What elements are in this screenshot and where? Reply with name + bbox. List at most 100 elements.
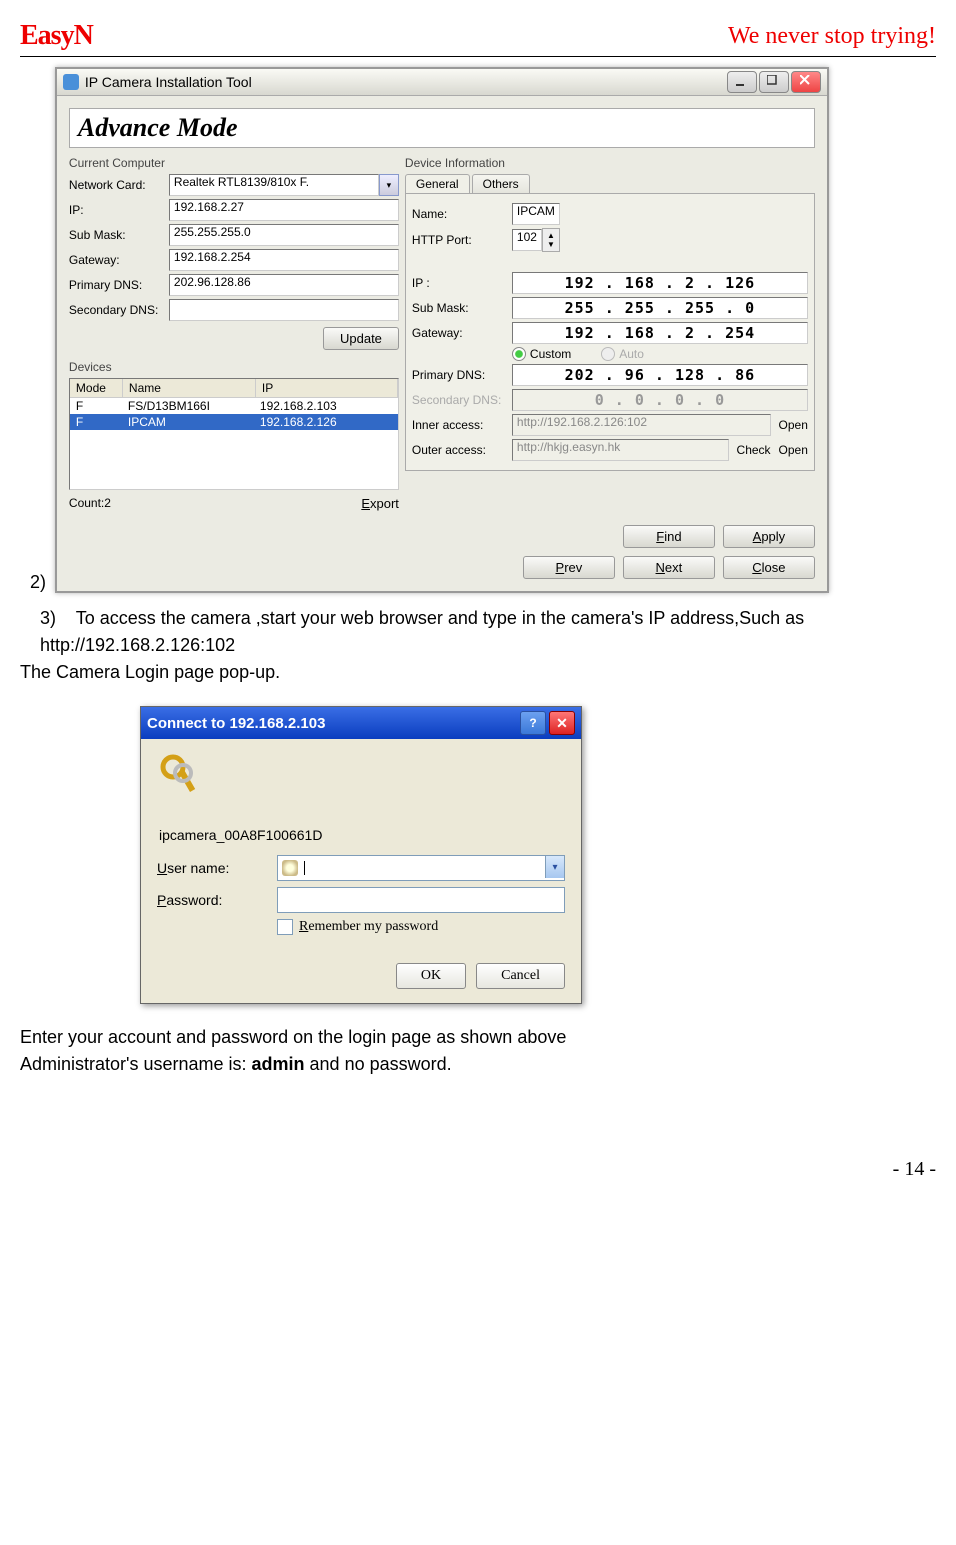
login-title: Connect to 192.168.2.103: [147, 715, 518, 732]
radio-checked-icon: [512, 347, 526, 361]
spinner-icon[interactable]: ▲▼: [542, 228, 560, 252]
device-row[interactable]: F FS/D13BM166I 192.168.2.103: [70, 398, 398, 414]
dev-ip: 192.168.2.103: [254, 398, 398, 414]
cc-mask-label: Sub Mask:: [69, 228, 169, 242]
realm-text: ipcamera_00A8F100661D: [159, 827, 565, 843]
current-computer-label: Current Computer: [69, 156, 399, 170]
cc-gw-input[interactable]: 192.168.2.254: [169, 249, 399, 271]
cursor-icon: [304, 861, 305, 875]
outer-open-link[interactable]: Open: [779, 443, 808, 457]
device-row[interactable]: F IPCAM 192.168.2.126: [70, 414, 398, 430]
prev-button[interactable]: Prev: [523, 556, 615, 579]
password-input[interactable]: [277, 887, 565, 913]
update-button[interactable]: Update: [323, 327, 399, 350]
step-3-num: 3): [40, 608, 56, 628]
footer-line2: Administrator's username is: admin and n…: [20, 1051, 936, 1078]
step-2-row: 2) IP Camera Installation Tool Advance M…: [30, 67, 936, 593]
mode-title: Advance Mode: [69, 108, 815, 148]
cc-ip-label: IP:: [69, 203, 169, 217]
next-button[interactable]: Next: [623, 556, 715, 579]
chevron-down-icon[interactable]: ▾: [379, 174, 399, 196]
username-input[interactable]: ▾: [277, 855, 565, 881]
di-gw-label: Gateway:: [412, 326, 512, 340]
col-name: Name: [123, 379, 256, 397]
outer-label: Outer access:: [412, 443, 512, 457]
di-port-input[interactable]: 102: [512, 229, 542, 251]
apply-button[interactable]: Apply: [723, 525, 815, 548]
inner-url: http://192.168.2.126:102: [512, 414, 771, 436]
inner-label: Inner access:: [412, 418, 512, 432]
chevron-down-icon[interactable]: ▾: [545, 856, 564, 878]
login-titlebar: Connect to 192.168.2.103 ? ✕: [141, 707, 581, 739]
keys-icon: [157, 751, 207, 801]
di-mask-input[interactable]: 255 . 255 . 255 . 0: [512, 297, 808, 319]
cc-gw-label: Gateway:: [69, 253, 169, 267]
di-gw-input[interactable]: 192 . 168 . 2 . 254: [512, 322, 808, 344]
cc-pdns-input[interactable]: 202.96.128.86: [169, 274, 399, 296]
col-ip: IP: [256, 379, 398, 397]
footer-line1: Enter your account and password on the l…: [20, 1024, 936, 1051]
user-icon: [282, 860, 298, 876]
export-link[interactable]: Export: [361, 496, 399, 511]
di-pdns-label: Primary DNS:: [412, 368, 512, 382]
cc-pdns-label: Primary DNS:: [69, 278, 169, 292]
outer-url: http://hkjg.easyn.hk: [512, 439, 729, 461]
di-mask-label: Sub Mask:: [412, 301, 512, 315]
close-button[interactable]: Close: [723, 556, 815, 579]
install-titlebar: IP Camera Installation Tool: [57, 69, 827, 96]
help-icon[interactable]: ?: [520, 711, 546, 735]
login-popup-text: The Camera Login page pop-up.: [20, 659, 936, 686]
slogan: We never stop trying!: [728, 23, 936, 50]
login-body: ipcamera_00A8F100661D User name: ▾ Passw…: [141, 739, 581, 1003]
remember-checkbox[interactable]: [277, 919, 293, 935]
cc-ip-input[interactable]: 192.168.2.27: [169, 199, 399, 221]
col-mode: Mode: [70, 379, 123, 397]
di-pdns-input[interactable]: 202 . 96 . 128 . 86: [512, 364, 808, 386]
minimize-button[interactable]: [727, 71, 757, 93]
app-icon: [63, 74, 79, 90]
find-button[interactable]: Find: [623, 525, 715, 548]
count-label: Count:2: [69, 496, 169, 511]
netcard-label: Network Card:: [69, 178, 169, 192]
dev-mode: F: [70, 398, 122, 414]
tab-general[interactable]: General: [405, 174, 470, 193]
devinfo-label: Device Information: [405, 156, 815, 170]
dev-ip: 192.168.2.126: [254, 414, 398, 430]
devices-header: Mode Name IP: [70, 379, 398, 398]
di-port-label: HTTP Port:: [412, 233, 512, 247]
close-icon[interactable]: ✕: [549, 711, 575, 735]
logo: EasyN: [20, 20, 93, 52]
window-title: IP Camera Installation Tool: [85, 74, 725, 90]
devices-list[interactable]: Mode Name IP F FS/D13BM166I 192.168.2.10…: [69, 378, 399, 490]
radio-auto[interactable]: Auto: [601, 347, 644, 361]
tab-others[interactable]: Others: [472, 174, 530, 193]
username-label: User name:: [157, 860, 277, 876]
dev-name: IPCAM: [122, 414, 254, 430]
close-window-icon[interactable]: [791, 71, 821, 93]
cc-sdns-input[interactable]: [169, 299, 399, 321]
page-number: - 14 -: [20, 1158, 936, 1181]
dev-mode: F: [70, 414, 122, 430]
di-sdns-label: Secondary DNS:: [412, 393, 512, 407]
di-name-label: Name:: [412, 207, 512, 221]
ok-button[interactable]: OK: [396, 963, 466, 989]
di-ip-input[interactable]: 192 . 168 . 2 . 126: [512, 272, 808, 294]
outer-check-link[interactable]: Check: [737, 443, 771, 457]
password-label: Password:: [157, 892, 277, 908]
window-body: Advance Mode Current Computer Network Ca…: [57, 96, 827, 591]
di-sdns-input: 0 . 0 . 0 . 0: [512, 389, 808, 411]
cc-mask-input[interactable]: 255.255.255.0: [169, 224, 399, 246]
cancel-button[interactable]: Cancel: [476, 963, 565, 989]
netcard-select[interactable]: Realtek RTL8139/810x F.: [169, 174, 379, 196]
maximize-button[interactable]: [759, 71, 789, 93]
inner-open-link[interactable]: Open: [779, 418, 808, 432]
di-name-input[interactable]: IPCAM: [512, 203, 560, 225]
install-tool-window: IP Camera Installation Tool Advance Mode…: [55, 67, 829, 593]
step-3-text: 3) To access the camera ,start your web …: [40, 605, 936, 659]
tab-content: Name:IPCAM HTTP Port:102▲▼ IP :192 . 168…: [405, 193, 815, 471]
radio-custom[interactable]: Custom: [512, 347, 571, 361]
devices-label: Devices: [69, 360, 399, 374]
page-header: EasyN We never stop trying!: [20, 20, 936, 57]
dev-name: FS/D13BM166I: [122, 398, 254, 414]
cc-sdns-label: Secondary DNS:: [69, 303, 169, 317]
